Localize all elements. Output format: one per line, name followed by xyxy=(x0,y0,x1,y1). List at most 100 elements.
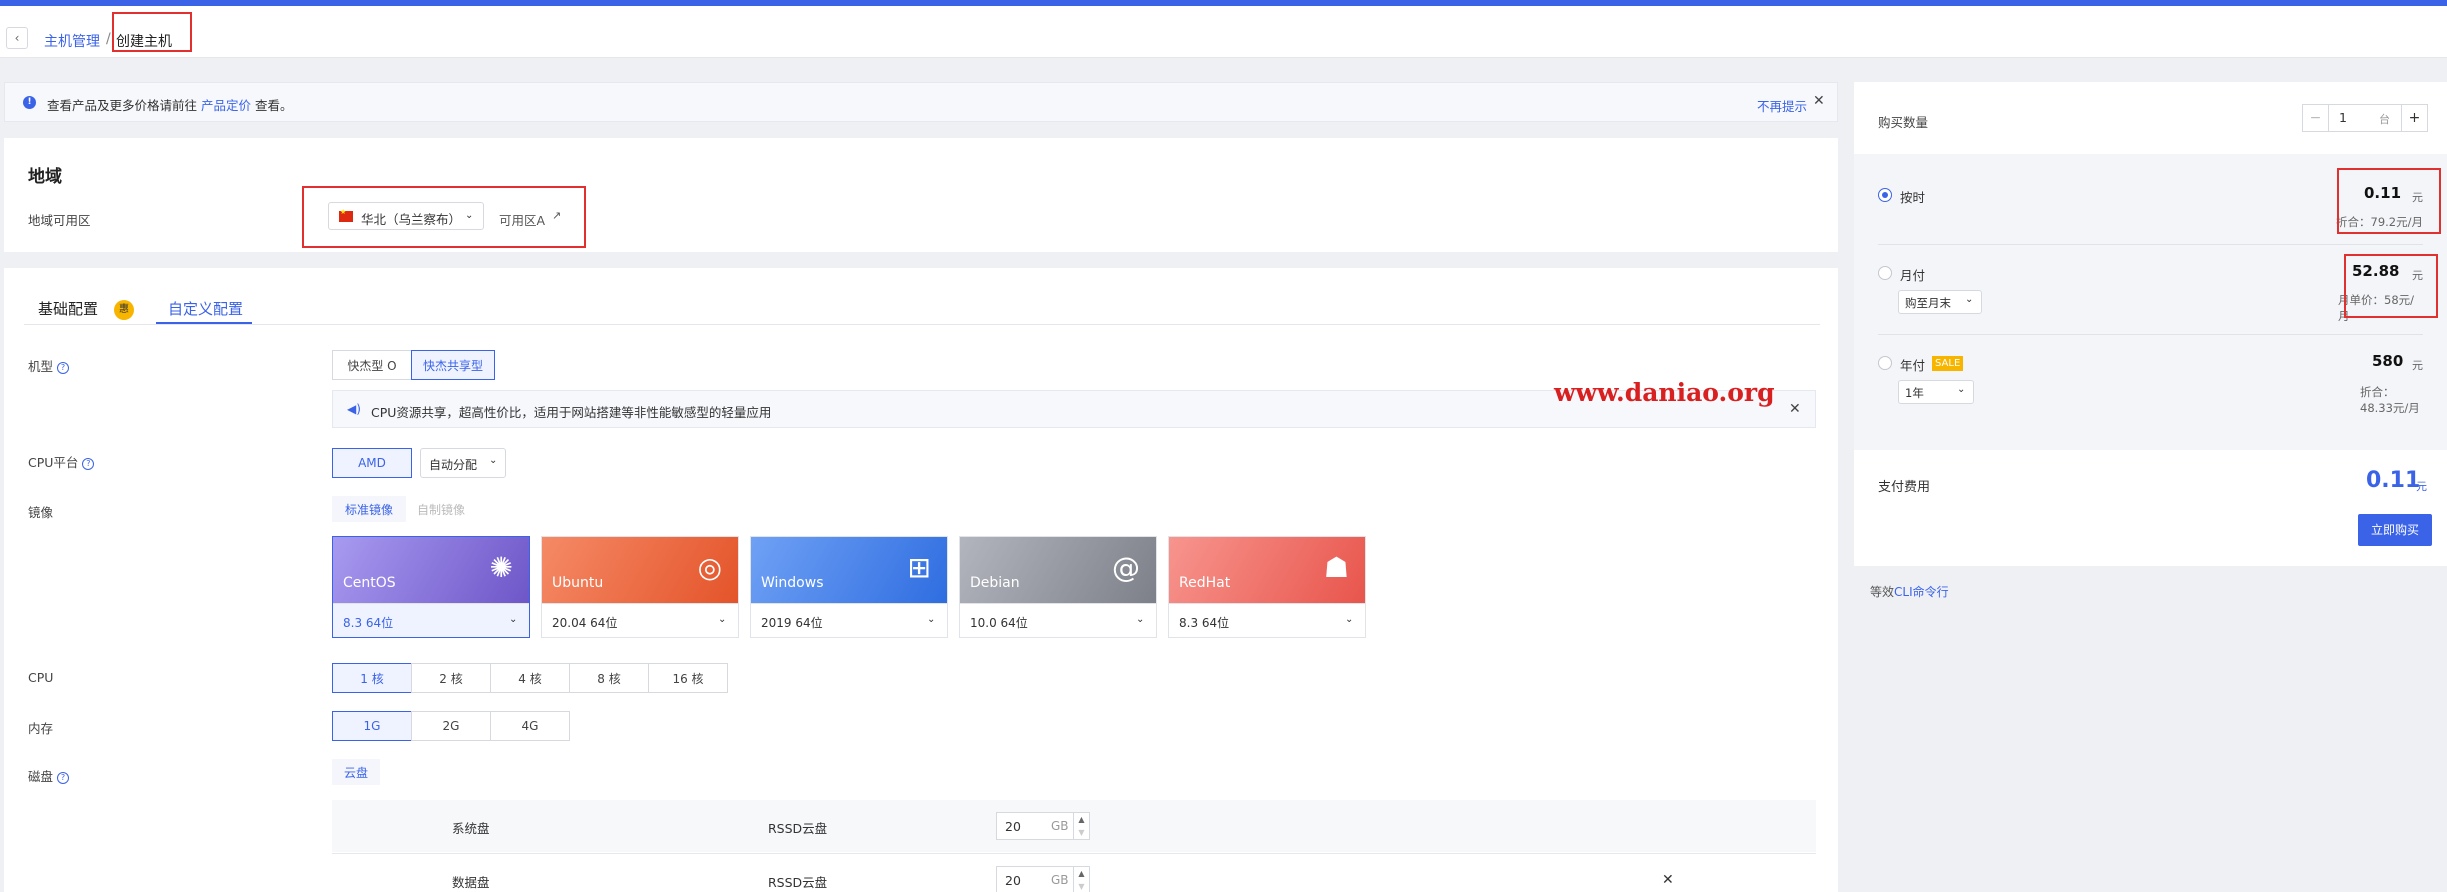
chevron-down-icon: ⌄ xyxy=(718,614,727,625)
os-version: 20.04 64位 xyxy=(552,616,618,630)
chevron-down-icon: ⌄ xyxy=(1957,384,1966,395)
cpu-option-4[interactable]: 4 核 xyxy=(490,663,570,693)
plan-name: 按时 xyxy=(1900,190,1926,205)
chevron-left-icon: ‹ xyxy=(14,31,20,45)
close-icon[interactable]: ✕ xyxy=(1789,401,1801,417)
radio-hourly[interactable] xyxy=(1878,188,1892,202)
annotation-box xyxy=(2337,168,2441,234)
quantity-stepper[interactable]: − 1 台 + xyxy=(2302,104,2428,132)
machine-type-o[interactable]: 快杰型 O xyxy=(332,350,412,380)
tab-custom-config[interactable]: 自定义配置 xyxy=(168,298,243,319)
cpu-allocation-value: 自动分配 xyxy=(429,458,478,472)
help-icon[interactable]: ? xyxy=(82,457,95,470)
cpu-platform-amd[interactable]: AMD xyxy=(332,448,412,478)
plus-icon[interactable]: + xyxy=(2401,105,2427,131)
caret-down-icon[interactable]: ▼ xyxy=(1074,826,1089,839)
os-banner: Debian @ xyxy=(960,537,1156,603)
os-version-select[interactable]: 20.04 64位 ⌄ xyxy=(542,603,738,637)
payment-total: 0.11 xyxy=(2366,468,2421,493)
back-button[interactable]: ‹ xyxy=(6,27,28,49)
cpu-option-1[interactable]: 1 核 xyxy=(332,663,412,693)
purchase-panel: 购买数量 − 1 台 + 按时 0.11 元 折合：79.2元/月 月付 购至月… xyxy=(1854,82,2447,566)
info-icon: ! xyxy=(23,96,36,109)
watermark: www.daniao.org xyxy=(1554,378,1775,407)
tip-text: CPU资源共享，超高性价比，适用于网站搭建等非性能敏感型的轻量应用 xyxy=(371,405,772,420)
os-banner: CentOS ✺ xyxy=(333,537,529,603)
quantity-value[interactable]: 1 xyxy=(2339,110,2347,125)
os-banner: RedHat ☗ xyxy=(1169,537,1365,603)
plan-monthly[interactable]: 月付 购至月末 ⌄ 52.88 元 月单价：58元/月 xyxy=(1878,244,2423,334)
disk-name: 系统盘 xyxy=(452,821,490,836)
disk-type: RSSD云盘 xyxy=(768,875,828,890)
quantity-label: 购买数量 xyxy=(1878,115,1929,130)
breadcrumb-parent[interactable]: 主机管理 xyxy=(44,31,100,51)
machine-type-shared[interactable]: 快杰共享型 xyxy=(411,350,495,380)
plan-equivalent: 折合：48.33元/月 xyxy=(2360,385,2420,415)
stepper-arrows[interactable]: ▲ ▼ xyxy=(1073,813,1089,839)
chevron-down-icon: ⌄ xyxy=(489,455,498,466)
cli-link[interactable]: CLI命令行 xyxy=(1894,585,1949,599)
debian-logo-icon: @ xyxy=(1112,551,1140,584)
config-section: 基础配置 惠 自定义配置 机型? 快杰型 O 快杰共享型 ◀) CPU资源共享，… xyxy=(4,268,1838,892)
plan-yearly[interactable]: 年付 SALE 1年 ⌄ 580 元 折合：48.33元/月 xyxy=(1878,334,2423,424)
os-banner: Ubuntu ◎ xyxy=(542,537,738,603)
os-name: Debian xyxy=(970,575,1020,591)
caret-up-icon[interactable]: ▲ xyxy=(1074,813,1089,826)
minus-icon[interactable]: − xyxy=(2303,105,2329,131)
cpu-option-2[interactable]: 2 核 xyxy=(411,663,491,693)
chevron-down-icon: ⌄ xyxy=(509,614,518,625)
buy-now-button[interactable]: 立即购买 xyxy=(2358,514,2432,546)
help-icon[interactable]: ? xyxy=(57,771,70,784)
centos-logo-icon: ✺ xyxy=(489,551,513,584)
disk-size-input[interactable]: 20 GB ▲ ▼ xyxy=(996,812,1090,840)
memory-option-2g[interactable]: 2G xyxy=(411,711,491,741)
os-card-ubuntu[interactable]: Ubuntu ◎ 20.04 64位 ⌄ xyxy=(541,536,739,638)
close-icon[interactable]: ✕ xyxy=(1813,93,1825,109)
notice-text: 查看产品及更多价格请前往 产品定价 查看。 xyxy=(47,98,293,113)
radio-yearly[interactable] xyxy=(1878,356,1892,370)
tab-cloud-disk[interactable]: 云盘 xyxy=(332,759,380,785)
tab-custom-image[interactable]: 自制镜像 xyxy=(408,496,474,522)
os-version-select[interactable]: 2019 64位 ⌄ xyxy=(751,603,947,637)
monthly-duration-select[interactable]: 购至月末 ⌄ xyxy=(1898,290,1982,314)
cpu-option-16[interactable]: 16 核 xyxy=(648,663,728,693)
tab-standard-image[interactable]: 标准镜像 xyxy=(332,496,406,522)
remove-disk-icon[interactable]: ✕ xyxy=(1662,872,1674,888)
os-version: 2019 64位 xyxy=(761,616,823,630)
caret-up-icon[interactable]: ▲ xyxy=(1074,867,1089,880)
pricing-link[interactable]: 产品定价 xyxy=(201,98,251,113)
disk-row-data: 数据盘 RSSD云盘 20 GB ▲ ▼ ✕ xyxy=(332,853,1816,892)
plan-price: 580 xyxy=(2372,352,2404,370)
sale-badge: SALE xyxy=(1932,356,1964,371)
memory-option-4g[interactable]: 4G xyxy=(490,711,570,741)
os-card-debian[interactable]: Debian @ 10.0 64位 ⌄ xyxy=(959,536,1157,638)
dismiss-notice-link[interactable]: 不再提示 xyxy=(1757,96,1807,115)
machine-type-label: 机型? xyxy=(28,356,70,375)
stepper-arrows[interactable]: ▲ ▼ xyxy=(1073,867,1089,892)
memory-label: 内存 xyxy=(28,721,54,736)
os-name: Ubuntu xyxy=(552,575,604,591)
os-name: RedHat xyxy=(1179,575,1231,591)
memory-option-1g[interactable]: 1G xyxy=(332,711,412,741)
help-icon[interactable]: ? xyxy=(57,361,70,374)
cpu-allocation-select[interactable]: 自动分配 ⌄ xyxy=(420,448,506,478)
os-card-centos[interactable]: CentOS ✺ 8.3 64位 ⌄ xyxy=(332,536,530,638)
chevron-down-icon: ⌄ xyxy=(927,614,936,625)
disk-row-system: 系统盘 RSSD云盘 20 GB ▲ ▼ xyxy=(332,800,1816,852)
cpu-option-8[interactable]: 8 核 xyxy=(569,663,649,693)
discount-badge: 惠 xyxy=(114,300,134,320)
os-card-windows[interactable]: Windows ⊞ 2019 64位 ⌄ xyxy=(750,536,948,638)
caret-down-icon[interactable]: ▼ xyxy=(1074,880,1089,892)
os-card-redhat[interactable]: RedHat ☗ 8.3 64位 ⌄ xyxy=(1168,536,1366,638)
os-version-select[interactable]: 10.0 64位 ⌄ xyxy=(960,603,1156,637)
os-name: CentOS xyxy=(343,575,396,591)
tab-basic-config[interactable]: 基础配置 xyxy=(38,298,98,319)
notice-bar: ! 查看产品及更多价格请前往 产品定价 查看。 不再提示 ✕ xyxy=(4,82,1838,122)
disk-label: 磁盘? xyxy=(28,766,70,785)
os-version-select[interactable]: 8.3 64位 ⌄ xyxy=(1169,603,1365,637)
os-version-select[interactable]: 8.3 64位 ⌄ xyxy=(333,603,529,637)
disk-size-input[interactable]: 20 GB ▲ ▼ xyxy=(996,866,1090,892)
payment-label: 支付费用 xyxy=(1878,480,1931,495)
radio-monthly[interactable] xyxy=(1878,266,1892,280)
yearly-duration-select[interactable]: 1年 ⌄ xyxy=(1898,380,1974,404)
